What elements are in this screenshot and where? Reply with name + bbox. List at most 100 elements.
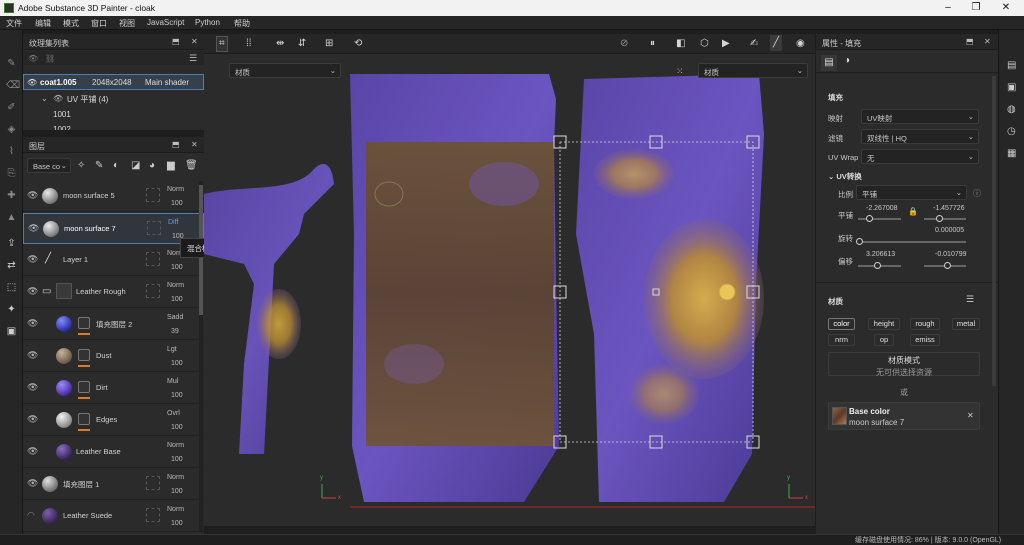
blend-mode[interactable]: Mul [167, 378, 178, 385]
tile-1002[interactable]: 1002 [53, 125, 71, 130]
blend-mode[interactable]: Norm [167, 506, 184, 513]
mask-slot[interactable] [146, 252, 160, 266]
viewport[interactable]: y x y x 材质 ⌄ ⁙ 材质 ⌄ [204, 34, 815, 526]
layer-row[interactable]: 👁 moon surface 5 Norm 100 [23, 181, 204, 212]
display-settings-icon[interactable]: ⁙ [676, 66, 684, 77]
menu-window[interactable]: 窗口 [91, 18, 107, 29]
tile-grid-icon[interactable]: ⁞⁞ [246, 38, 252, 50]
layer-opacity[interactable]: 100 [171, 520, 183, 527]
mask-thumbnail[interactable] [78, 381, 90, 393]
history-icon[interactable]: ◷ [1007, 126, 1016, 137]
transform-icon[interactable]: ⇄ [6, 260, 17, 271]
add-smart-material-icon[interactable]: ◕ [149, 160, 155, 171]
flip-vertical-icon[interactable]: ⇵ [298, 38, 306, 50]
layer-row[interactable]: 👁 Leather Base Norm 100 [23, 437, 204, 468]
eye-icon[interactable]: 👁 [27, 287, 38, 296]
float-icon[interactable]: ⬒ [172, 140, 180, 149]
channel-emissive-button[interactable]: emiss [910, 334, 940, 346]
float-icon[interactable]: ⬒ [966, 37, 974, 46]
layers-scrollbar[interactable] [199, 181, 203, 531]
add-effect-icon[interactable]: ✧ [77, 160, 85, 171]
menu-mode[interactable]: 模式 [63, 18, 79, 29]
scale-dropdown[interactable]: 平铺 ⌄ [856, 185, 967, 200]
layer-opacity[interactable]: 100 [171, 264, 183, 271]
projection-icon[interactable]: ✐ [6, 102, 17, 113]
eye-icon[interactable]: 👁 [53, 94, 63, 103]
layer-row[interactable]: 👁 Edges Ovrl 100 [23, 405, 204, 436]
menu-help[interactable]: 帮助 [234, 18, 250, 29]
offset-y-value[interactable]: -0.010799 [935, 251, 967, 258]
layer-row[interactable]: 👁 ▭ Leather Rough Norm 100 [23, 277, 204, 308]
log-icon[interactable]: ▦ [1007, 148, 1016, 159]
blend-mode[interactable]: Lgt [167, 346, 177, 353]
viewport-2d-channel-dropdown[interactable]: 材质 ⌄ [698, 63, 808, 78]
add-mask-icon[interactable]: ◪ [131, 160, 140, 171]
pause-icon[interactable]: ⏸ [650, 38, 655, 50]
cube-view-icon[interactable]: ⬡ [700, 38, 709, 50]
blend-mode[interactable]: Norm [167, 282, 184, 289]
texture-set-row[interactable]: 👁 coat1.005 2048x2048 Main shader [23, 74, 204, 90]
minimize-button[interactable]: – [938, 2, 958, 13]
channel-metal-button[interactable]: metal [952, 318, 980, 330]
eye-closed-icon[interactable]: ◠ [27, 511, 38, 520]
tile-x-slider[interactable] [858, 215, 901, 222]
fill-properties-tab-icon[interactable]: ▤ [821, 55, 837, 71]
channel-color-button[interactable]: color [828, 318, 855, 330]
layer-row[interactable]: 👁 ╱ Layer 1 Norm 100 [23, 245, 204, 276]
lock-icon[interactable]: 🔒 [908, 207, 918, 216]
mask-slot[interactable] [146, 284, 160, 298]
close-panel-icon[interactable]: ✕ [191, 37, 198, 46]
tile-y-value[interactable]: -1.457726 [933, 205, 965, 212]
layer-row[interactable]: 👁 Dirt Mul 100 [23, 373, 204, 404]
material-menu-icon[interactable]: ☰ [966, 294, 974, 305]
add-paint-layer-icon[interactable]: ✎ [95, 160, 103, 171]
float-icon[interactable]: ⬒ [172, 37, 180, 46]
smudge-icon[interactable]: ⌇ [6, 146, 17, 157]
mask-thumbnail[interactable] [78, 413, 90, 425]
channel-normal-button[interactable]: nrm [828, 334, 855, 346]
eye-icon[interactable]: 👁 [27, 319, 38, 328]
layer-row[interactable]: 👁 填充图层 1 Norm 100 [23, 469, 204, 500]
polygon-fill-icon[interactable]: ▲ [6, 212, 17, 223]
eye-icon[interactable]: 👁 [27, 255, 38, 264]
eye-icon[interactable]: 👁 [28, 224, 39, 233]
layer-row-selected[interactable]: 👁 moon surface 7 Diff 100 [23, 213, 204, 244]
eye-icon[interactable]: 👁 [27, 447, 38, 456]
blend-mode[interactable]: Sadd [167, 314, 183, 321]
channel-dropdown[interactable]: Base co ⌄ [27, 158, 71, 173]
tile-x-value[interactable]: -2.267008 [866, 205, 898, 212]
blend-mode[interactable]: Norm [167, 474, 184, 481]
rotate-slider[interactable] [856, 238, 966, 245]
delete-layer-icon[interactable]: 🗑 [185, 160, 198, 171]
eye-icon[interactable]: 👁 [27, 191, 38, 200]
bake-icon[interactable]: ⇪ [6, 238, 17, 249]
screenshot-icon[interactable]: ◉ [796, 38, 805, 50]
close-button[interactable]: ✕ [996, 2, 1016, 13]
layer-opacity[interactable]: 100 [171, 424, 183, 431]
environment-icon[interactable]: ◍ [1007, 104, 1016, 115]
mapping-dropdown[interactable]: UV映射 ⌄ [861, 109, 979, 124]
viewport-3d-channel-dropdown[interactable]: 材质 ⌄ [229, 63, 341, 78]
material-tab-icon[interactable]: ◑ [844, 55, 850, 66]
paint-brush-icon[interactable]: ✎ [6, 58, 17, 69]
layer-row[interactable]: 👁 填充图层 2 Sadd 39 [23, 309, 204, 340]
visibility-icon[interactable]: 👁 [28, 54, 38, 63]
layer-row[interactable]: 👁 Dust Lgt 100 [23, 341, 204, 372]
add-folder-icon[interactable]: ▆ [167, 160, 175, 171]
tile-y-slider[interactable] [924, 215, 966, 222]
close-panel-icon[interactable]: ✕ [984, 37, 991, 46]
add-fill-layer-icon[interactable]: ◐ [113, 160, 119, 171]
eye-icon[interactable]: 👁 [27, 415, 38, 424]
maximize-button[interactable]: ❐ [966, 2, 986, 13]
color-picker-icon[interactable]: ✚ [6, 190, 17, 201]
eye-icon[interactable]: 👁 [27, 383, 38, 392]
layer-opacity[interactable]: 100 [171, 296, 183, 303]
paint-mode-icon[interactable]: ╱ [770, 35, 783, 51]
blend-mode[interactable]: Norm [167, 442, 184, 449]
flip-horizontal-icon[interactable]: ⇹ [276, 38, 284, 50]
material-mode-button[interactable]: 材质模式 无可供选择资源 [828, 352, 980, 377]
info-icon[interactable]: ⓘ [973, 188, 981, 199]
mask-slot[interactable] [147, 221, 161, 235]
channel-height-button[interactable]: height [868, 318, 900, 330]
close-panel-icon[interactable]: ✕ [191, 140, 198, 149]
